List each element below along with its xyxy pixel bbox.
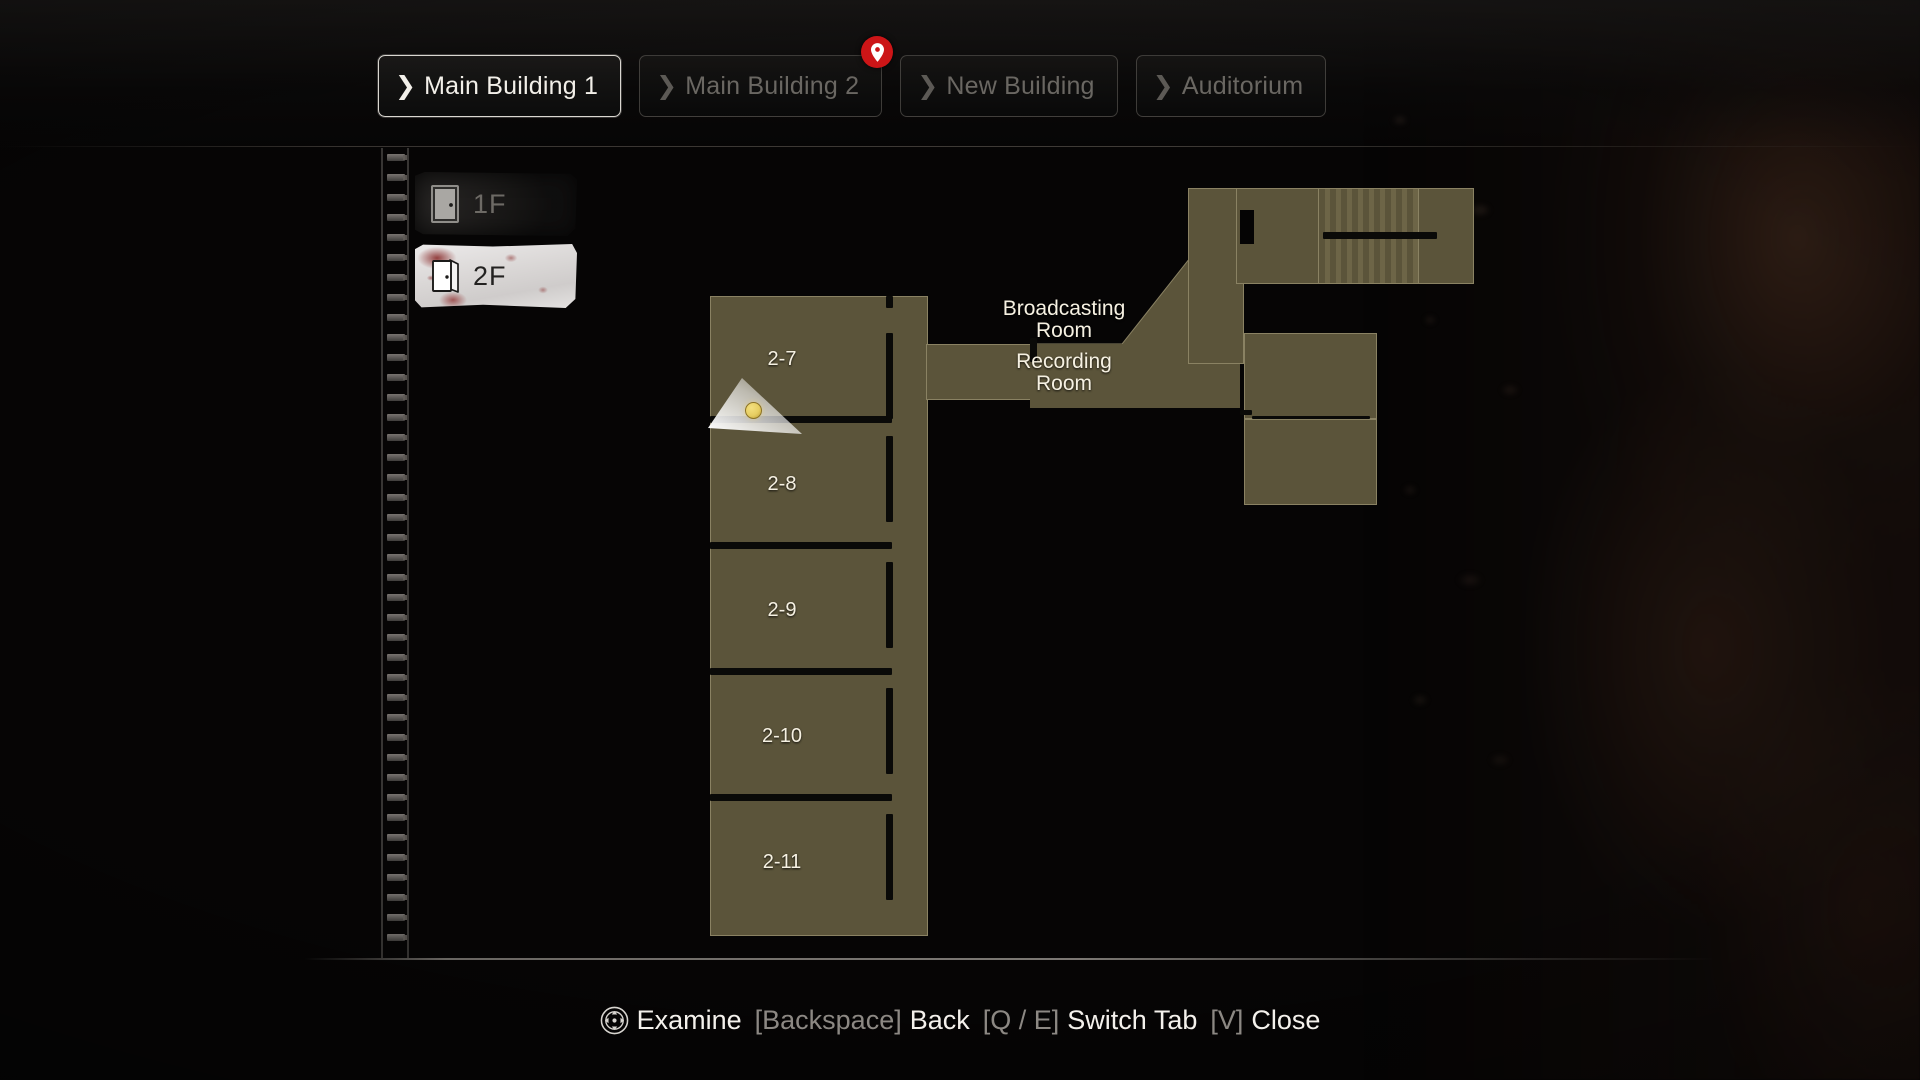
hint-action: Examine (636, 1005, 742, 1035)
rail-tick (387, 894, 407, 901)
map-room-label-2-8: 2-8 (767, 473, 797, 495)
dpad-icon (600, 1006, 628, 1035)
map-room-label-line2: Room (1035, 319, 1093, 343)
map-label-layer: 2-7 2-8 2-9 2-10 2-11 Broadcasting Room Recordi… (600, 148, 1700, 958)
tab-label: Main Building 2 (685, 71, 860, 100)
map-room-label-line1: Recording (1016, 350, 1112, 373)
tab-main-building-2[interactable]: ❯ Main Building 2 (639, 36, 894, 117)
hint-switch-tab[interactable]: [Q / E] Switch Tab (983, 1005, 1198, 1036)
map-screen: ❯ Main Building 1 ❯ Main Building 2 ❯ New Bui… (0, 0, 1920, 1080)
map-room-label-line2: Room (1035, 372, 1093, 396)
chevron-right-icon: ❯ (656, 71, 678, 100)
floor-selector: 1F 2F (415, 172, 577, 316)
map-room-label-2-9: 2-9 (767, 599, 797, 621)
rail-tick (387, 354, 407, 361)
rail-tick (387, 914, 407, 921)
floor-item-label: 2F (473, 260, 507, 291)
rail-tick (387, 594, 407, 601)
hint-action: Close (1251, 1005, 1321, 1035)
hint-examine[interactable]: Examine (600, 1005, 742, 1036)
rail-tick (387, 734, 407, 741)
rail-tick (387, 754, 407, 761)
map-room-label-line1: Broadcasting (1002, 297, 1126, 320)
tab-auditorium[interactable]: ❯ Auditorium (1135, 55, 1327, 117)
rail-tick (387, 414, 407, 421)
dpad-icon (600, 1006, 629, 1035)
floor-item-label: 1F (473, 188, 507, 219)
tab-marker-badge (861, 36, 894, 68)
rail-tick (387, 154, 407, 161)
hint-key: [Q / E] (982, 1005, 1060, 1035)
rail-tick (387, 574, 407, 581)
chevron-right-icon: ❯ (917, 71, 939, 100)
rail-tick (387, 774, 407, 781)
rail-tick (387, 794, 407, 801)
map-room-label-recording-room: Recording Room (1016, 350, 1112, 396)
rail-tick (387, 934, 407, 941)
footer-divider (305, 958, 1715, 960)
rail-tick (387, 254, 407, 261)
rail-tick (387, 654, 407, 661)
tab-label: Auditorium (1181, 71, 1304, 100)
rail-tick (387, 474, 407, 481)
hint-close[interactable]: [V] Close (1210, 1005, 1320, 1036)
rail-tick (387, 854, 407, 861)
rail-tick (387, 274, 407, 281)
rail-tick (387, 674, 407, 681)
rail-tick (387, 174, 407, 181)
open-door-icon (432, 259, 459, 293)
rail-tick (387, 214, 407, 221)
floor-map[interactable]: 2-7 2-8 2-9 2-10 2-11 Broadcasting Room Recordi… (600, 148, 1700, 958)
hint-key: [V] (1210, 1005, 1244, 1035)
rail-tick (387, 434, 407, 441)
rail-tick (387, 534, 407, 541)
rail-tick (387, 494, 407, 501)
rail-tick (387, 814, 407, 821)
rail-tick (387, 334, 407, 341)
rail-tick (387, 394, 407, 401)
map-room-label-2-10: 2-10 (761, 725, 803, 747)
rail-tick (387, 234, 407, 241)
map-room-label-2-11: 2-11 (762, 851, 802, 873)
chevron-right-icon: ❯ (395, 71, 417, 100)
input-hint-bar: Examine [Backspace] Back [Q / E] Switch Tab[… (0, 1005, 1920, 1036)
hint-key: [Backspace] (754, 1005, 902, 1035)
chevron-right-icon: ❯ (1152, 71, 1174, 100)
map-room-label-broadcasting-room: Broadcasting Room (1002, 297, 1126, 343)
tab-main-building-1[interactable]: ❯ Main Building 1 (378, 55, 622, 117)
floor-item-1F[interactable]: 1F (415, 172, 577, 236)
tab-label: Main Building 1 (424, 71, 599, 100)
rail-tick (387, 874, 407, 881)
header-divider (0, 146, 1920, 147)
map-pin-icon (870, 42, 884, 62)
floor-list-rail (381, 148, 409, 958)
rail-tick (387, 514, 407, 521)
rail-tick (387, 454, 407, 461)
rail-tick (387, 554, 407, 561)
rail-tick (387, 634, 407, 641)
hint-back[interactable]: [Backspace] Back (755, 1005, 970, 1036)
hint-action: Back (909, 1005, 970, 1035)
rail-tick (387, 714, 407, 721)
tab-new-building[interactable]: ❯ New Building (900, 55, 1118, 117)
map-room-label-2-7: 2-7 (767, 348, 797, 370)
rail-tick (387, 374, 407, 381)
rail-tick (387, 614, 407, 621)
closed-door-icon (431, 185, 459, 223)
tab-label: New Building (946, 71, 1095, 100)
floor-item-2F[interactable]: 2F (415, 244, 577, 308)
rail-tick (387, 694, 407, 701)
rail-tick (387, 294, 407, 301)
rail-tick (387, 314, 407, 321)
hint-action: Switch Tab (1067, 1005, 1198, 1035)
building-tab-bar: ❯ Main Building 1 ❯ Main Building 2 ❯ New Bui… (378, 36, 1327, 117)
rail-tick (387, 834, 407, 841)
rail-tick (387, 194, 407, 201)
